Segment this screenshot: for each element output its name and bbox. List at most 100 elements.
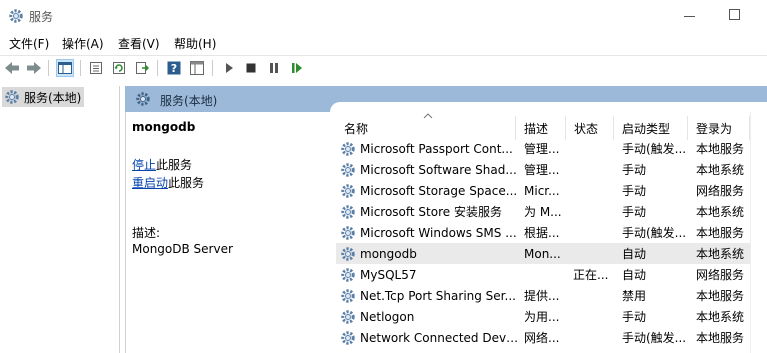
service-gear-icon bbox=[341, 225, 355, 240]
restart-service-icon[interactable] bbox=[288, 59, 306, 77]
cell-name: Microsoft Store 安装服务 bbox=[340, 201, 520, 222]
console-view-icon[interactable] bbox=[188, 59, 206, 77]
table-row[interactable]: Microsoft Windows SMS ... 根据... 手动(触发... 本地… bbox=[336, 222, 750, 243]
service-details-panel: mongodb 停止此服务 重启动此服务 描述: MongoDB Server bbox=[125, 112, 330, 353]
cell-logon-as: 本地系统 bbox=[696, 163, 745, 177]
services-gear-icon bbox=[136, 92, 150, 106]
service-name: Microsoft Storage Space... bbox=[360, 183, 518, 198]
service-gear-icon bbox=[341, 330, 355, 345]
column-header-startup-type[interactable]: 启动类型 bbox=[614, 116, 688, 140]
maximize-button[interactable] bbox=[729, 9, 740, 20]
cell-name: mongodb bbox=[340, 243, 520, 264]
help-icon[interactable]: ? bbox=[165, 59, 183, 77]
tree-pane: 服务(本地) bbox=[0, 86, 120, 353]
table-row[interactable]: MySQL57 正在... 自动 网络服务 bbox=[336, 264, 750, 285]
service-name: Microsoft Passport Cont... bbox=[360, 141, 513, 156]
cell-logon-as: 本地系统 bbox=[696, 205, 745, 219]
service-name: mongodb bbox=[360, 246, 417, 261]
cell-startup-type: 手动 bbox=[622, 205, 647, 219]
service-gear-icon bbox=[341, 141, 355, 156]
pane-header-title: 服务(本地) bbox=[160, 94, 218, 108]
cell-description: 提供... bbox=[524, 289, 560, 303]
cell-description: Micr... bbox=[524, 183, 560, 198]
table-row[interactable]: Microsoft Storage Space... Micr... 手动 网络服务 bbox=[336, 180, 750, 201]
service-name: Microsoft Store 安装服务 bbox=[360, 205, 502, 219]
cell-status: 正在... bbox=[573, 268, 609, 282]
menu-help[interactable]: 帮助(H) bbox=[174, 35, 216, 52]
stop-suffix: 此服务 bbox=[156, 158, 193, 172]
menu-bar: 文件(F) 操作(A) 查看(V) 帮助(H) bbox=[0, 33, 767, 53]
cell-status bbox=[573, 138, 615, 159]
cell-status bbox=[573, 159, 615, 180]
cell-startup-type: 手动(触发... bbox=[622, 331, 687, 345]
tree-item-services-local[interactable]: 服务(本地) bbox=[2, 87, 84, 107]
restart-action-line: 重启动此服务 bbox=[132, 174, 204, 191]
service-gear-icon bbox=[341, 246, 355, 261]
pause-service-icon[interactable] bbox=[265, 59, 283, 77]
cell-status bbox=[573, 201, 615, 222]
description-text: MongoDB Server bbox=[132, 242, 233, 256]
cell-status bbox=[573, 327, 615, 348]
cell-description: 为 M... bbox=[524, 205, 562, 219]
table-row[interactable]: Microsoft Store 安装服务 为 M... 手动 本地系统 bbox=[336, 201, 750, 222]
cell-startup-type: 自动 bbox=[622, 268, 647, 282]
cell-startup-type: 手动 bbox=[622, 163, 647, 177]
service-name: Net.Tcp Port Sharing Ser... bbox=[360, 288, 516, 303]
menu-view[interactable]: 查看(V) bbox=[118, 35, 160, 52]
cell-description: 网络... bbox=[524, 331, 560, 345]
cell-description bbox=[524, 264, 569, 285]
pane-header: 服务(本地) bbox=[125, 86, 767, 112]
cell-logon-as: 本地服务 bbox=[696, 331, 745, 345]
cell-startup-type: 手动 bbox=[622, 184, 647, 198]
cell-startup-type: 自动 bbox=[622, 247, 647, 261]
cell-name: MySQL57 bbox=[340, 264, 520, 285]
table-row[interactable]: Net.Tcp Port Sharing Ser... 提供... 禁用 本地服务 bbox=[336, 285, 750, 306]
service-gear-icon bbox=[341, 288, 355, 303]
show-hide-tree-icon[interactable] bbox=[56, 59, 74, 77]
cell-logon-as: 本地服务 bbox=[696, 226, 745, 240]
table-row[interactable]: Microsoft Passport Cont... 管理... 手动(触发... 本… bbox=[336, 138, 750, 159]
table-row[interactable]: Network Connected Devi... 网络... 手动(触发... 本地… bbox=[336, 327, 750, 348]
column-header-status[interactable]: 状态 bbox=[566, 116, 614, 140]
service-gear-icon bbox=[341, 309, 355, 324]
cell-startup-type: 手动(触发... bbox=[622, 226, 687, 240]
cell-logon-as: 本地系统 bbox=[696, 247, 745, 261]
minimize-button[interactable] bbox=[683, 9, 697, 23]
tree-item-label: 服务(本地) bbox=[24, 90, 82, 105]
start-service-icon[interactable] bbox=[220, 59, 238, 77]
cell-status bbox=[573, 222, 615, 243]
column-header-description[interactable]: 描述 bbox=[516, 116, 566, 140]
table-row[interactable]: mongodb Mon... 自动 本地系统 bbox=[336, 243, 750, 264]
cell-startup-type: 手动(触发... bbox=[622, 142, 687, 156]
cell-description: 为用... bbox=[524, 310, 560, 324]
stop-service-icon[interactable] bbox=[242, 59, 260, 77]
back-arrow-icon[interactable] bbox=[3, 59, 21, 77]
menu-action[interactable]: 操作(A) bbox=[62, 35, 104, 52]
cell-startup-type: 禁用 bbox=[622, 289, 647, 303]
selected-service-name: mongodb bbox=[132, 120, 196, 134]
refresh-icon[interactable] bbox=[110, 59, 128, 77]
service-gear-icon bbox=[341, 204, 355, 219]
table-row[interactable]: Microsoft Software Shad... 管理... 手动 本地系统 bbox=[336, 159, 750, 180]
restart-service-link[interactable]: 重启动 bbox=[132, 176, 168, 190]
table-row[interactable]: Netlogon 为用... 手动 本地系统 bbox=[336, 306, 750, 327]
column-header-name[interactable]: 名称 bbox=[336, 116, 516, 140]
export-list-icon[interactable] bbox=[133, 59, 151, 77]
cell-logon-as: 网络服务 bbox=[696, 184, 745, 198]
cell-status bbox=[573, 180, 615, 201]
cell-description: 根据... bbox=[524, 226, 560, 240]
cell-name: Network Connected Devi... bbox=[340, 327, 520, 348]
stop-service-link[interactable]: 停止 bbox=[132, 158, 156, 172]
stop-action-line: 停止此服务 bbox=[132, 156, 192, 173]
services-gear-icon bbox=[9, 9, 23, 23]
window-title: 服务 bbox=[29, 10, 54, 24]
cell-description: 管理... bbox=[524, 142, 560, 156]
description-label: 描述: bbox=[132, 226, 161, 240]
service-name: Microsoft Windows SMS ... bbox=[360, 225, 517, 240]
menu-file[interactable]: 文件(F) bbox=[9, 35, 49, 52]
scrollbar-area[interactable] bbox=[750, 112, 767, 353]
column-header-logon-as[interactable]: 登录为 bbox=[688, 116, 750, 140]
forward-arrow-icon[interactable] bbox=[25, 59, 43, 77]
properties-icon[interactable] bbox=[87, 59, 105, 77]
service-gear-icon bbox=[341, 267, 355, 282]
